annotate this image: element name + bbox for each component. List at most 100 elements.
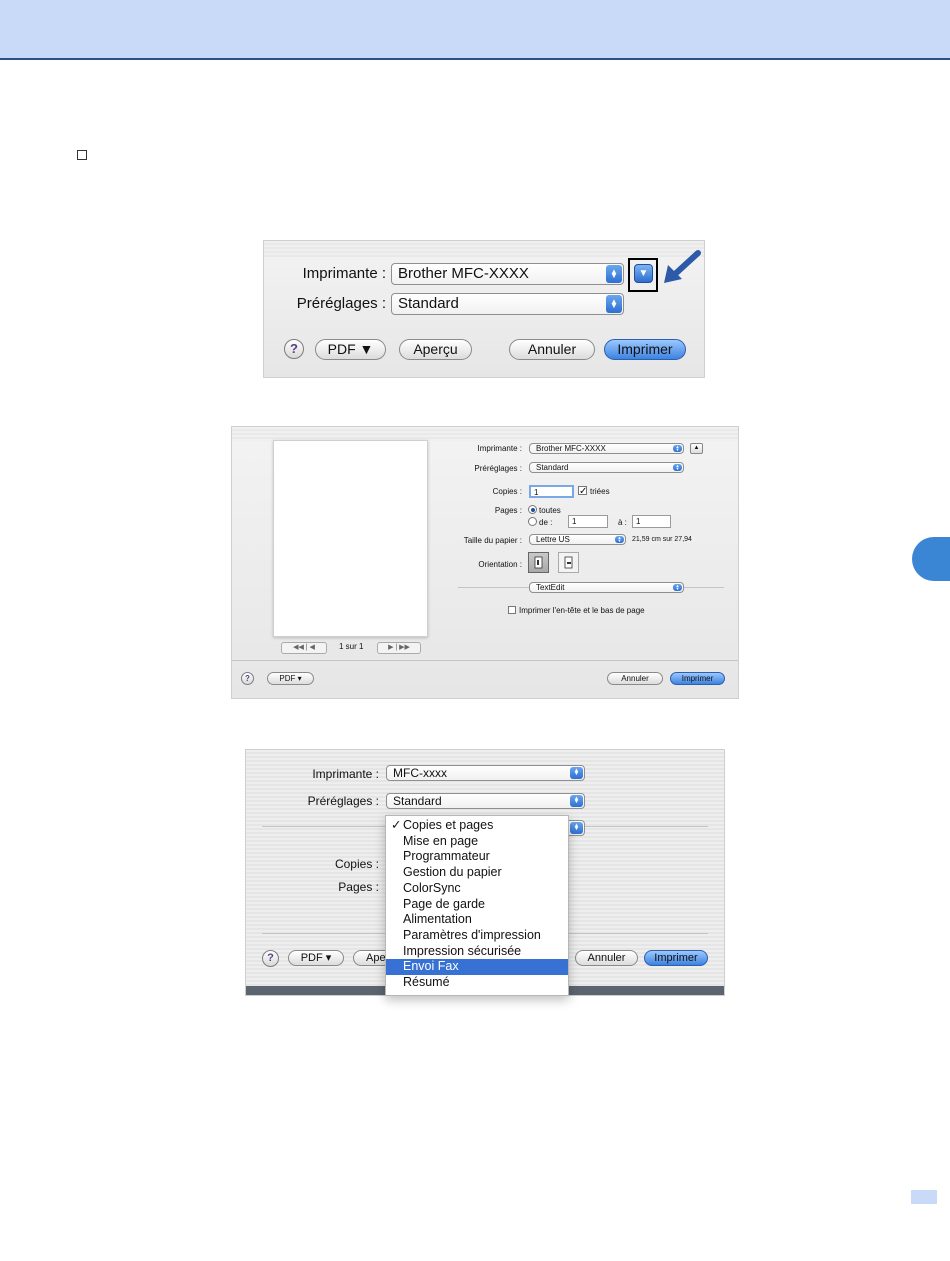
menu-item-scheduler[interactable]: Programmateur <box>386 849 568 865</box>
menu-item-label: Paramètres d'impression <box>403 927 541 942</box>
print-button[interactable]: Imprimer <box>670 672 725 685</box>
copies-label: Copies : <box>334 857 379 871</box>
panel-popup[interactable]: TextEdit ▲ ▼ <box>529 582 684 593</box>
pages-to-field[interactable]: 1 <box>632 515 671 528</box>
preview-button[interactable]: Aperçu <box>399 339 472 360</box>
menu-item-label: ColorSync <box>403 880 461 895</box>
pages-range-radio[interactable] <box>528 517 537 526</box>
pages-all-radio[interactable] <box>528 505 537 514</box>
pages-from-label: de : <box>539 518 553 527</box>
first-prev-page-buttons[interactable]: ◀◀ | ◀ <box>281 642 327 654</box>
pages-label: Pages : <box>494 506 522 515</box>
panel-dropdown-menu: ✓ Copies et pages Mise en page Programma… <box>385 815 569 996</box>
printer-label: Imprimante : <box>477 444 522 453</box>
menu-item-paper-handling[interactable]: Gestion du papier <box>386 865 568 881</box>
presets-popup[interactable]: Standard ▲ ▼ <box>529 462 684 473</box>
pdf-button[interactable]: PDF ▾ <box>267 672 314 685</box>
up-down-arrows-icon: ▲ ▼ <box>673 445 682 452</box>
pages-all-label: toutes <box>539 506 561 515</box>
up-down-arrows-icon: ▲ ▼ <box>673 584 682 591</box>
up-down-arrows-icon: ▲ ▼ <box>673 464 682 471</box>
print-button[interactable]: Imprimer <box>644 950 708 966</box>
print-dialog-expanded: ◀◀ | ◀ 1 sur 1 ▶ | ▶▶ Imprimante : Broth… <box>231 426 739 699</box>
pages-from-field[interactable]: 1 <box>568 515 608 528</box>
checkmark-icon: ✓ <box>579 486 588 497</box>
printer-popup[interactable]: Brother MFC-XXXX ▲ ▼ <box>529 443 684 454</box>
next-last-page-buttons[interactable]: ▶ | ▶▶ <box>377 642 421 654</box>
menu-item-print-settings[interactable]: Paramètres d'impression <box>386 928 568 944</box>
page-preview <box>273 440 428 637</box>
menu-item-layout[interactable]: Mise en page <box>386 834 568 850</box>
help-button[interactable]: ? <box>262 950 279 967</box>
pages-label: Pages : <box>338 880 379 894</box>
menu-item-label: Page de garde <box>403 896 486 911</box>
cancel-button[interactable]: Annuler <box>607 672 663 685</box>
printer-label: Imprimante : <box>302 265 386 282</box>
panel-popup-value: TextEdit <box>536 583 565 592</box>
help-button[interactable]: ? <box>241 672 254 685</box>
up-down-arrows-icon: ▲ ▼ <box>570 767 583 779</box>
page-counter: 1 sur 1 <box>339 642 364 651</box>
presets-popup-value: Standard <box>398 295 459 312</box>
menu-item-label: Envoi Fax <box>403 959 459 974</box>
printer-popup-value: MFC-xxxx <box>393 766 447 780</box>
printer-popup[interactable]: MFC-xxxx ▲ ▼ <box>386 765 585 781</box>
paper-size-popup-value: Lettre US <box>536 535 570 544</box>
printer-popup[interactable]: Brother MFC-XXXX ▲ ▼ <box>391 263 624 285</box>
up-down-arrows-icon: ▲ ▼ <box>606 265 622 283</box>
page-number-tab <box>911 1190 937 1204</box>
triangle-up-icon: ▲ <box>693 445 700 451</box>
separator <box>232 660 738 661</box>
menu-item-copies-pages[interactable]: ✓ Copies et pages <box>386 818 568 834</box>
copies-field[interactable]: 1 <box>529 485 574 498</box>
help-button[interactable]: ? <box>284 339 304 359</box>
menu-item-label: Mise en page <box>403 833 479 848</box>
orientation-label: Orientation : <box>478 560 522 569</box>
pages-to-label: à : <box>618 518 627 527</box>
menu-item-label: Alimentation <box>403 912 472 927</box>
pdf-button[interactable]: PDF ▾ <box>288 950 344 966</box>
paper-size-popup[interactable]: Lettre US ▲ ▼ <box>529 534 626 545</box>
presets-label: Préréglages : <box>307 794 379 808</box>
menu-item-send-fax[interactable]: Envoi Fax <box>386 959 568 975</box>
portrait-orientation-button[interactable] <box>528 552 549 573</box>
menu-item-cover-page[interactable]: Page de garde <box>386 897 568 913</box>
copies-label: Copies : <box>492 487 522 496</box>
menu-item-label: Gestion du papier <box>403 865 502 880</box>
pdf-button[interactable]: PDF ▼ <box>315 339 386 360</box>
header-footer-label: Imprimer l'en-tête et le bas de page <box>519 606 645 615</box>
presets-label: Préréglages : <box>296 295 386 312</box>
up-down-arrows-icon: ▲ ▼ <box>615 536 624 543</box>
cancel-button[interactable]: Annuler <box>575 950 638 966</box>
collate-label: triées <box>590 487 610 496</box>
up-down-arrows-icon: ▲ ▼ <box>570 822 583 834</box>
printer-popup-value: Brother MFC-XXXX <box>536 444 606 453</box>
rewind-icon: ◀◀ | ◀ <box>293 644 315 651</box>
menu-item-secure-print[interactable]: Impression sécurisée <box>386 944 568 960</box>
paper-size-label: Taille du papier : <box>463 536 522 545</box>
presets-popup-value: Standard <box>393 794 442 808</box>
collate-checkbox[interactable]: ✓ <box>578 486 588 497</box>
header-footer-checkbox[interactable] <box>508 606 516 614</box>
presets-popup-value: Standard <box>536 463 569 472</box>
presets-popup[interactable]: Standard ▲ ▼ <box>386 793 585 809</box>
presets-popup[interactable]: Standard ▲ ▼ <box>391 293 624 315</box>
landscape-orientation-button[interactable] <box>558 552 579 573</box>
menu-item-label: Impression sécurisée <box>403 943 522 958</box>
up-down-arrows-icon: ▲ ▼ <box>570 795 583 807</box>
menu-item-paper-feed[interactable]: Alimentation <box>386 912 568 928</box>
print-button[interactable]: Imprimer <box>604 339 686 360</box>
menu-item-colorsync[interactable]: ColorSync <box>386 881 568 897</box>
disclosure-triangle-button[interactable]: ▲ <box>690 443 703 454</box>
triangle-down-icon: ▼ <box>638 268 649 279</box>
disclosure-triangle-button[interactable]: ▼ <box>634 264 653 283</box>
forward-icon: ▶ | ▶▶ <box>388 644 410 651</box>
paper-size-dimensions: 21,59 cm sur 27,94 <box>632 536 692 543</box>
window-titlebar-blur <box>264 241 704 257</box>
up-down-arrows-icon: ▲ ▼ <box>606 295 622 313</box>
menu-item-summary[interactable]: Résumé <box>386 975 568 991</box>
menu-item-label: Résumé <box>403 975 450 989</box>
page-header-band <box>0 0 950 60</box>
presets-label: Préréglages : <box>474 464 522 473</box>
cancel-button[interactable]: Annuler <box>509 339 595 360</box>
